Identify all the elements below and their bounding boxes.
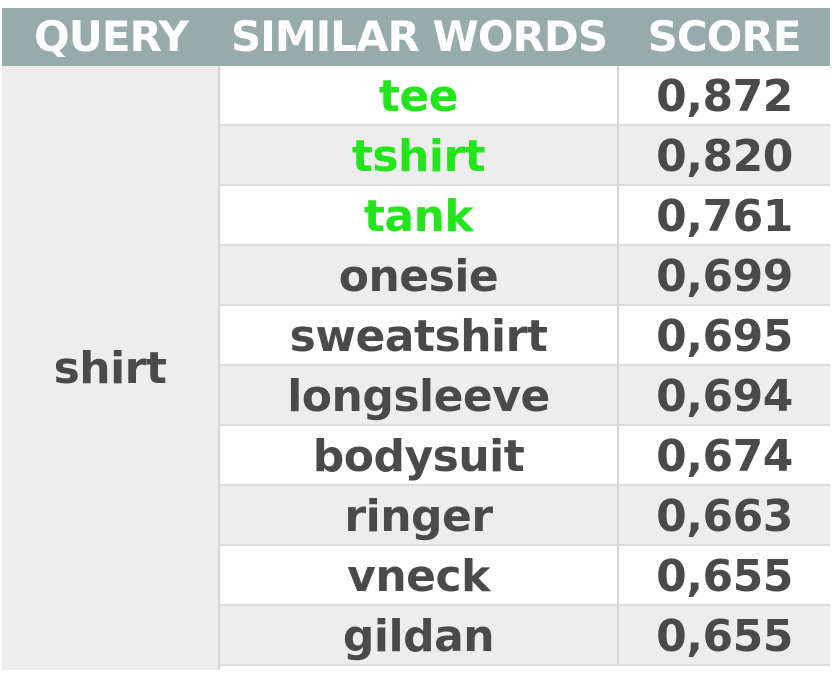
table-row: vneck 0,655 <box>220 546 830 606</box>
table-row: tank 0,761 <box>220 186 830 246</box>
table-row: tshirt 0,820 <box>220 126 830 186</box>
table-row: sweatshirt 0,695 <box>220 306 830 366</box>
table-row: ringer 0,663 <box>220 486 830 546</box>
similarity-score: 0,674 <box>617 426 830 484</box>
query-value: shirt <box>53 342 167 394</box>
header-query: QUERY <box>34 12 189 61</box>
similar-word: vneck <box>347 551 490 602</box>
similarity-score: 0,761 <box>617 186 830 244</box>
similarity-score: 0,655 <box>617 606 830 664</box>
similarity-score: 0,655 <box>617 546 830 604</box>
similar-word: bodysuit <box>312 431 525 482</box>
similar-word: tank <box>363 191 474 242</box>
results-rows: tee 0,872 tshirt 0,820 tank 0,761 onesie… <box>218 66 830 670</box>
table-row: onesie 0,699 <box>220 246 830 306</box>
table-row: bodysuit 0,674 <box>220 426 830 486</box>
similar-word: onesie <box>338 251 499 302</box>
similar-word: sweatshirt <box>289 311 548 362</box>
header-similar-words: SIMILAR WORDS <box>230 12 608 61</box>
similarity-score: 0,694 <box>617 366 830 424</box>
similarity-score: 0,663 <box>617 486 830 544</box>
header-score: SCORE <box>647 12 802 61</box>
similarity-table: QUERY SIMILAR WORDS SCORE shirt tee 0,87… <box>0 0 835 676</box>
similarity-score: 0,695 <box>617 306 830 364</box>
similar-word: ringer <box>344 491 493 542</box>
similarity-score: 0,820 <box>617 126 830 184</box>
table-row: longsleeve 0,694 <box>220 366 830 426</box>
table-row: tee 0,872 <box>220 66 830 126</box>
query-cell: shirt <box>2 66 218 670</box>
similarity-score: 0,872 <box>617 66 830 124</box>
table-row: gildan 0,655 <box>220 606 830 666</box>
similarity-score: 0,699 <box>617 246 830 304</box>
similar-word: longsleeve <box>287 371 550 422</box>
similar-word: tee <box>378 71 459 122</box>
similar-word: gildan <box>342 611 495 662</box>
table-header: QUERY SIMILAR WORDS SCORE <box>2 8 830 66</box>
similar-word: tshirt <box>351 131 486 182</box>
